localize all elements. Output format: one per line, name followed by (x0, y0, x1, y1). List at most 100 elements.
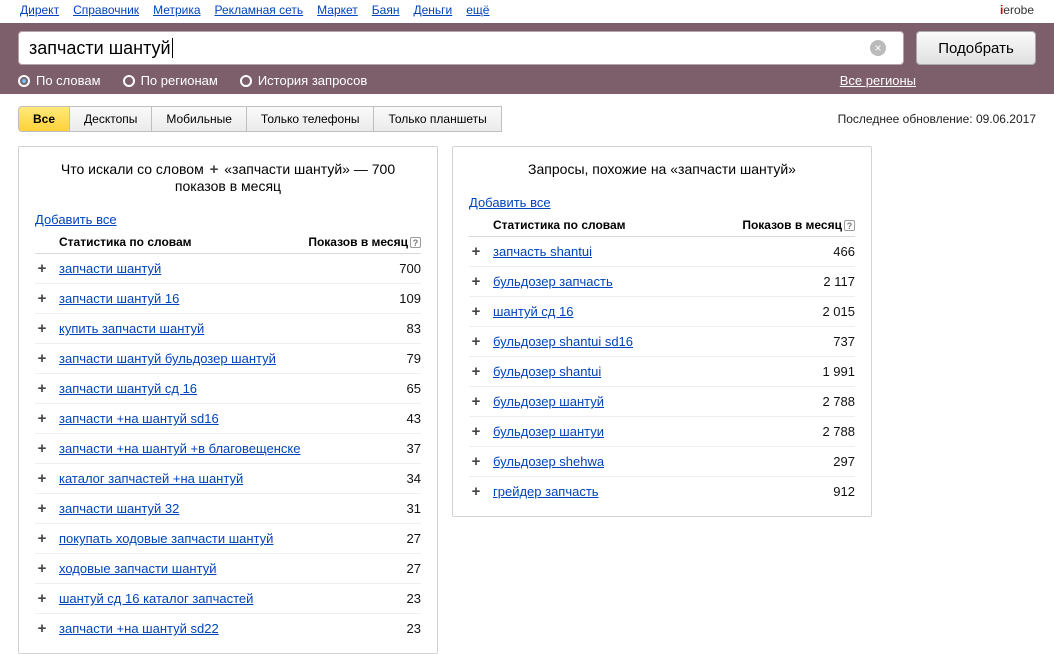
table-row: +бульдозер shantui sd16737 (469, 327, 855, 357)
query-link[interactable]: запчасти шантуй бульдозер шантуй (59, 351, 361, 366)
add-icon[interactable]: + (35, 590, 49, 607)
table-row: +запчасти +на шантуй sd1643 (35, 404, 421, 434)
topnav-link[interactable]: Деньги (413, 3, 452, 17)
topnav-link[interactable]: ещё (466, 3, 489, 17)
query-link[interactable]: каталог запчастей +на шантуй (59, 471, 361, 486)
add-icon[interactable]: + (35, 620, 49, 637)
table-row: + запчасти шантуй 3231 (35, 494, 421, 524)
add-icon[interactable]: + (35, 380, 49, 397)
impressions-value: 31 (361, 501, 421, 516)
impressions-value: 700 (361, 261, 421, 276)
tab[interactable]: Только телефоны (246, 106, 375, 132)
filter-radio[interactable]: История запросов (240, 73, 368, 88)
all-regions-link[interactable]: Все регионы (840, 73, 916, 88)
help-icon[interactable]: ? (844, 220, 855, 231)
add-icon[interactable]: + (35, 560, 49, 577)
add-icon[interactable]: + (469, 483, 483, 500)
query-link[interactable]: бульдозер shehwa (493, 454, 795, 469)
tab[interactable]: Мобильные (151, 106, 247, 132)
add-icon[interactable]: + (469, 453, 483, 470)
table-row: + запчасть shantui466 (469, 237, 855, 267)
table-row: + запчасти +на шантуй sd2223 (35, 614, 421, 643)
filter-radio[interactable]: По словам (18, 73, 101, 88)
topnav-link[interactable]: Маркет (317, 3, 358, 17)
topnav-link[interactable]: Метрика (153, 3, 200, 17)
query-link[interactable]: грейдер запчасть (493, 484, 795, 499)
add-icon[interactable]: + (469, 303, 483, 320)
topnav-link[interactable]: Баян (372, 3, 400, 17)
table-row: + запчасти +на шантуй +в благовещенске37 (35, 434, 421, 464)
add-icon[interactable]: + (469, 393, 483, 410)
query-link[interactable]: запчасти +на шантуй sd22 (59, 621, 361, 636)
query-link[interactable]: бульдозер запчасть (493, 274, 795, 289)
table-row: +бульдозер shantui1 991 (469, 357, 855, 387)
query-link[interactable]: бульдозер shantui (493, 364, 795, 379)
search-input[interactable]: запчасти шантуй (18, 31, 904, 65)
query-link[interactable]: шантуй сд 16 (493, 304, 795, 319)
query-link[interactable]: бульдозер шантуи (493, 424, 795, 439)
radio-label: По словам (36, 73, 101, 88)
impressions-value: 2 788 (795, 424, 855, 439)
add-icon[interactable]: + (469, 243, 483, 260)
impressions-value: 23 (361, 621, 421, 636)
clear-icon[interactable]: × (870, 40, 886, 56)
impressions-value: 466 (795, 244, 855, 259)
add-icon[interactable]: + (35, 500, 49, 517)
table-row: +каталог запчастей +на шантуй34 (35, 464, 421, 494)
table-row: + ходовые запчасти шантуй27 (35, 554, 421, 584)
impressions-value: 23 (361, 591, 421, 606)
panel-similar-queries: Запросы, похожие на «запчасти шантуй» До… (452, 146, 872, 517)
query-link[interactable]: купить запчасти шантуй (59, 321, 361, 336)
add-icon[interactable]: + (35, 350, 49, 367)
add-all-left[interactable]: Добавить все (35, 212, 117, 227)
query-link[interactable]: запчасти шантуй 16 (59, 291, 361, 306)
table-row: + запчасти шантуй700 (35, 254, 421, 284)
add-all-right[interactable]: Добавить все (469, 195, 551, 210)
topnav-link[interactable]: Справочник (73, 3, 139, 17)
top-nav-links: Директ Справочник Метрика Рекламная сеть Мар… (20, 2, 503, 17)
tab[interactable]: Все (18, 106, 70, 132)
query-link[interactable]: запчасть shantui (493, 244, 795, 259)
add-icon[interactable]: + (35, 320, 49, 337)
table-head-left: Статистика по словам Показов в месяц? (35, 231, 421, 254)
table-head-right: Статистика по словам Показов в месяц? (469, 214, 855, 237)
topnav-link[interactable]: Рекламная сеть (215, 3, 304, 17)
impressions-value: 27 (361, 561, 421, 576)
table-row: + бульдозер шантуи2 788 (469, 417, 855, 447)
panel-title-right: Запросы, похожие на «запчасти шантуй» (453, 147, 871, 187)
help-icon[interactable]: ? (410, 237, 421, 248)
add-icon[interactable]: + (469, 363, 483, 380)
topnav-link[interactable]: Директ (20, 3, 59, 17)
add-icon[interactable]: + (35, 440, 49, 457)
query-link[interactable]: бульдозер shantui sd16 (493, 334, 795, 349)
impressions-value: 37 (361, 441, 421, 456)
query-link[interactable]: запчасти +на шантуй sd16 (59, 411, 361, 426)
add-icon[interactable]: + (35, 530, 49, 547)
radio-label: История запросов (258, 73, 368, 88)
tab[interactable]: Только планшеты (373, 106, 501, 132)
add-icon[interactable]: + (35, 470, 49, 487)
tab[interactable]: Десктопы (69, 106, 152, 132)
query-link[interactable]: запчасти шантуй 32 (59, 501, 361, 516)
query-link[interactable]: запчасти шантуй сд 16 (59, 381, 361, 396)
table-row: +запчасти шантуй 16109 (35, 284, 421, 314)
add-icon[interactable]: + (469, 333, 483, 350)
table-row: +бульдозер шантуй2 788 (469, 387, 855, 417)
plus-icon: + (210, 161, 219, 178)
impressions-value: 79 (361, 351, 421, 366)
query-link[interactable]: шантуй сд 16 каталог запчастей (59, 591, 361, 606)
add-icon[interactable]: + (469, 273, 483, 290)
query-link[interactable]: покупать ходовые запчасти шантуй (59, 531, 361, 546)
add-icon[interactable]: + (35, 290, 49, 307)
add-icon[interactable]: + (35, 260, 49, 277)
add-icon[interactable]: + (469, 423, 483, 440)
query-link[interactable]: запчасти шантуй (59, 261, 361, 276)
search-button[interactable]: Подобрать (916, 31, 1036, 65)
query-link[interactable]: бульдозер шантуй (493, 394, 795, 409)
filter-radio[interactable]: По регионам (123, 73, 218, 88)
query-link[interactable]: ходовые запчасти шантуй (59, 561, 361, 576)
add-icon[interactable]: + (35, 410, 49, 427)
search-bar: запчасти шантуй × Подобрать По словам По … (0, 23, 1054, 94)
search-value: запчасти шантуй (29, 38, 171, 59)
query-link[interactable]: запчасти +на шантуй +в благовещенске (59, 441, 361, 456)
